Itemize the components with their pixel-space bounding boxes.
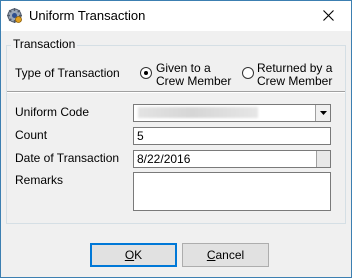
count-input[interactable]: 5 [133, 127, 331, 145]
date-value: 8/22/2016 [137, 152, 191, 166]
radio-given-to-crew-label[interactable]: Given to a Crew Member [156, 62, 231, 88]
frame-right-edge [345, 91, 346, 223]
group-divider [6, 91, 346, 93]
chevron-down-icon [319, 111, 327, 115]
close-icon [322, 10, 334, 21]
radio-given-to-crew[interactable] [140, 67, 152, 79]
date-picker[interactable]: 8/22/2016 [133, 150, 331, 168]
window-title: Uniform Transaction [29, 8, 146, 23]
dropdown-arrow-button[interactable] [315, 105, 330, 121]
frame-bottom-edge [6, 223, 346, 224]
radio-selected-dot [144, 71, 148, 75]
count-label: Count [15, 128, 48, 142]
date-of-transaction-label: Date of Transaction [15, 151, 120, 165]
ok-label-rest: K [134, 248, 143, 262]
app-icon [7, 8, 22, 23]
type-of-transaction-label: Type of Transaction [15, 66, 120, 80]
frame-left-edge [6, 91, 7, 223]
transaction-group-legend: Transaction [11, 37, 78, 51]
remarks-textarea[interactable] [133, 172, 331, 211]
uniform-code-dropdown[interactable] [133, 104, 331, 122]
uniform-code-label: Uniform Code [15, 105, 90, 119]
radio-returned-by-crew-label[interactable]: Returned by a Crew Member [257, 62, 332, 88]
uniform-transaction-dialog: Uniform Transaction Transaction Type of … [0, 0, 352, 278]
remarks-label: Remarks [15, 173, 64, 187]
ok-mnemonic: O [124, 248, 135, 262]
cancel-button[interactable]: Cancel [182, 243, 269, 267]
cancel-label-rest: ancel [215, 248, 245, 262]
close-button[interactable] [305, 1, 351, 30]
date-picker-button[interactable] [316, 151, 330, 167]
title-bar[interactable]: Uniform Transaction [1, 1, 351, 31]
radio-returned-by-crew[interactable] [242, 67, 254, 79]
uniform-code-value [138, 107, 258, 118]
ok-button[interactable]: OK [90, 243, 177, 267]
